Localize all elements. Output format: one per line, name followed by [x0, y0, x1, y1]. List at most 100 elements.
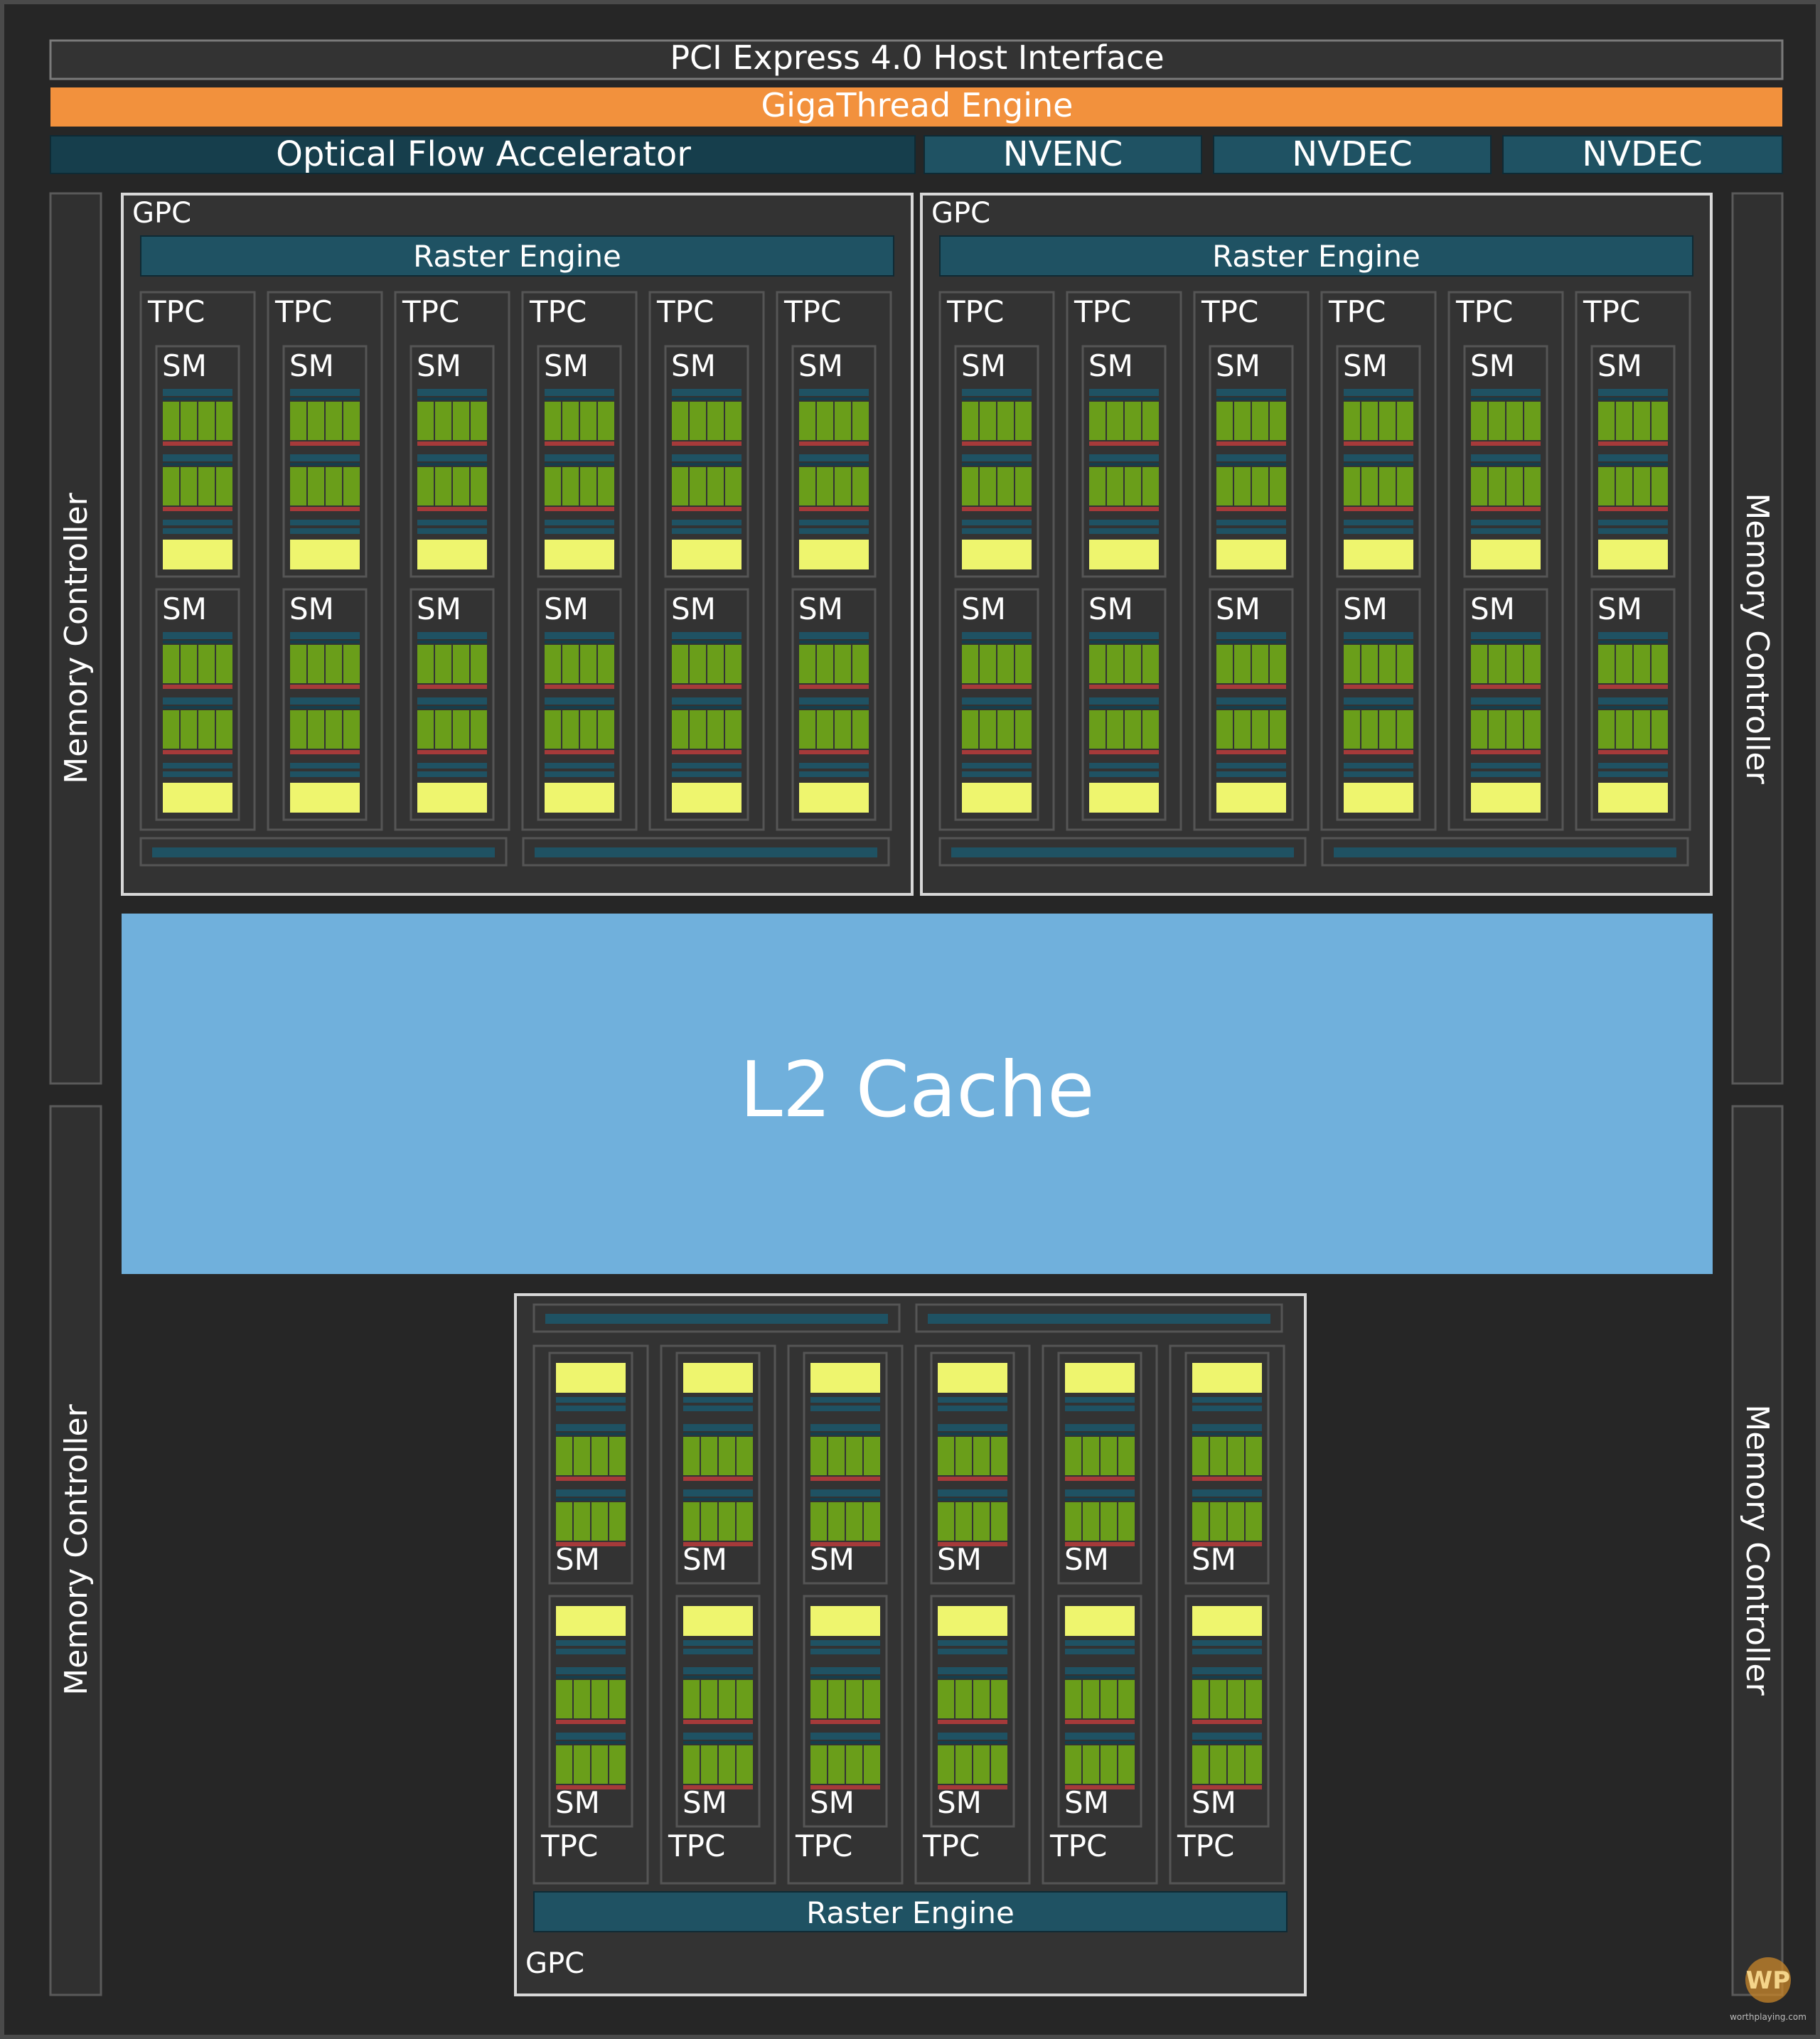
sm-core-column — [1252, 467, 1268, 505]
sm-core-column — [1142, 645, 1159, 683]
sm-core-column — [417, 402, 434, 440]
sm-core-column — [556, 1502, 572, 1541]
sm-core-column — [701, 1502, 717, 1541]
sm-load-store-band — [1065, 1649, 1135, 1654]
sm-label: SM — [289, 348, 334, 383]
sm-load-store-band — [1192, 1397, 1262, 1403]
tpc-label: TPC — [1583, 294, 1640, 329]
sm-core-column — [1598, 645, 1615, 683]
sm-core-column — [598, 645, 614, 683]
sm-core-column — [1234, 467, 1251, 505]
sm-dispatch-band — [1192, 1433, 1262, 1435]
sm-core-column — [343, 710, 360, 749]
sm-core-column — [997, 467, 1014, 505]
sm-l1-cache — [1216, 783, 1286, 813]
sm-core-column — [562, 467, 579, 505]
sm-core-column — [1015, 402, 1032, 440]
sm-register-band — [290, 507, 360, 511]
sm-scheduler-band — [1216, 697, 1286, 705]
gpc-label: GPC — [132, 197, 191, 230]
sm-core-column — [1634, 402, 1650, 440]
sm-core-column — [1118, 1437, 1135, 1475]
sm-core-column — [864, 1745, 880, 1784]
sm-register-band — [799, 750, 869, 754]
sm-core-column — [198, 710, 215, 749]
tpc-label: TPC — [1201, 294, 1258, 329]
sm-scheduler-band — [810, 1667, 880, 1674]
sm-core-column — [1344, 645, 1360, 683]
raster-engine-label: Raster Engine — [413, 239, 621, 274]
sm-core-column — [725, 710, 742, 749]
gpc-block: GPC Raster Engine TPC SM SM TPC SM SM TPC SM SM TPC… — [920, 193, 1713, 896]
sm-scheduler-band — [290, 454, 360, 461]
sm-register-band — [1471, 441, 1541, 446]
sm-dispatch-band — [799, 706, 869, 709]
sm-core-column — [308, 645, 324, 683]
sm-l1-cache — [810, 1363, 880, 1393]
sm-core-column — [343, 467, 360, 505]
sm-core-column — [962, 645, 978, 683]
sm-register-band — [1471, 685, 1541, 689]
sm-core-column — [1065, 1502, 1081, 1541]
sm-core-column — [725, 645, 742, 683]
sm-register-band — [1598, 685, 1668, 689]
sm-label: SM — [544, 592, 589, 626]
sm-scheduler-band — [683, 1424, 753, 1431]
sm-load-store-band — [1216, 520, 1286, 525]
sm-load-store-band — [672, 520, 742, 525]
sm-load-store-band — [938, 1640, 1007, 1646]
sm-load-store-band — [290, 771, 360, 777]
sm-core-column — [1246, 1502, 1262, 1541]
sm-load-store-band — [1471, 763, 1541, 769]
sm-core-column — [1634, 710, 1650, 749]
sm-scheduler-band — [1216, 632, 1286, 639]
sm-scheduler-band — [163, 389, 232, 396]
sm-dispatch-band — [1471, 397, 1541, 400]
sm-core-column — [1361, 710, 1378, 749]
sm-l1-cache — [1344, 540, 1413, 569]
sm-scheduler-band — [683, 1489, 753, 1497]
sm-core-column — [1379, 710, 1396, 749]
sm-core-column — [1634, 645, 1650, 683]
sm-core-column — [828, 1745, 845, 1784]
sm-core-column — [980, 467, 996, 505]
sm-l1-cache — [1192, 1606, 1262, 1636]
sm-load-store-band — [799, 763, 869, 769]
sm-core-column — [1598, 710, 1615, 749]
sm-dispatch-band — [1344, 706, 1413, 709]
sm-load-store-band — [1344, 520, 1413, 525]
sm-l1-cache — [1598, 783, 1668, 813]
sm-scheduler-band — [962, 454, 1032, 461]
sm-core-column — [997, 402, 1014, 440]
sm-register-band — [1598, 441, 1668, 446]
sm-scheduler-band — [556, 1733, 626, 1740]
sm-core-column — [471, 710, 487, 749]
gigathread-engine-label: GigaThread Engine — [761, 86, 1074, 124]
sm-core-column — [181, 645, 197, 683]
sm-dispatch-band — [938, 1433, 1007, 1435]
sm-load-store-band — [810, 1406, 880, 1411]
sm-core-column — [828, 1437, 845, 1475]
sm-l1-cache — [810, 1606, 880, 1636]
sm-core-column — [1524, 710, 1541, 749]
sm-core-column — [690, 467, 706, 505]
sm-core-column — [308, 710, 324, 749]
sm-dispatch-band — [163, 463, 232, 466]
sm-core-column — [1015, 467, 1032, 505]
sm-label: SM — [798, 592, 843, 626]
sm-core-column — [1489, 467, 1505, 505]
sm-core-column — [817, 710, 833, 749]
sm-register-band — [1089, 750, 1159, 754]
sm-core-column — [1471, 467, 1487, 505]
sm-core-column — [1083, 1437, 1099, 1475]
sm-dispatch-band — [938, 1498, 1007, 1501]
polymorph-fill — [951, 847, 1294, 857]
tpc-label: TPC — [147, 294, 205, 329]
sm-load-store-band — [1065, 1397, 1135, 1403]
sm-core-column — [1228, 1745, 1244, 1784]
sm-core-column — [737, 1437, 753, 1475]
sm-scheduler-band — [290, 389, 360, 396]
sm-load-store-band — [545, 520, 614, 525]
sm-core-column — [326, 710, 342, 749]
sm-load-store-band — [556, 1406, 626, 1411]
